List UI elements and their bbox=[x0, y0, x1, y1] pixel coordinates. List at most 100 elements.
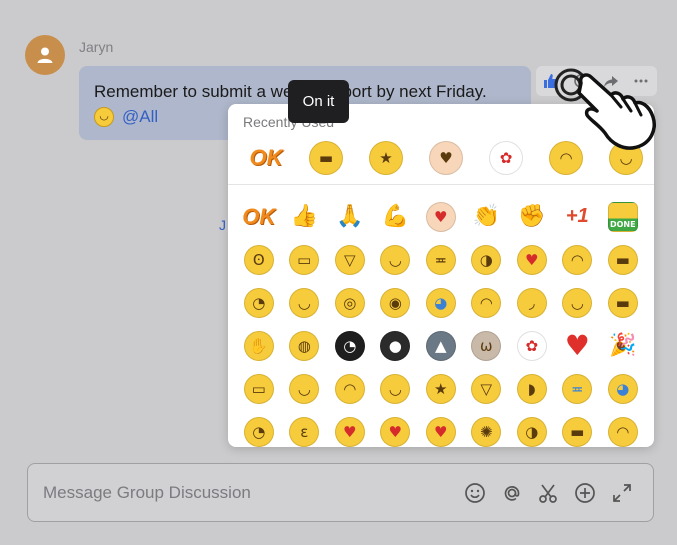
emoji-nervous-face[interactable]: ◔ bbox=[236, 410, 282, 447]
emoji-starstruck-face[interactable]: ★ bbox=[418, 367, 464, 410]
tongue-face-icon: ◗ bbox=[516, 373, 547, 404]
sender-avatar[interactable] bbox=[25, 35, 65, 75]
emoji-grin-face[interactable]: ▭ bbox=[282, 238, 328, 281]
emoji-puke-face[interactable]: ◍ bbox=[282, 324, 328, 367]
plus-one-icon: +1 bbox=[565, 205, 589, 227]
emoji-facepalm-face[interactable]: ✋ bbox=[236, 324, 282, 367]
emoji-star-eyes-face[interactable]: ★ bbox=[356, 136, 416, 180]
emoji-sob-face[interactable]: ◕ bbox=[600, 367, 646, 410]
fist-bump-icon: ✊ bbox=[518, 204, 546, 229]
emoji-wow-face[interactable]: ʘ bbox=[236, 238, 282, 281]
rose-icon: ✿ bbox=[489, 141, 523, 175]
emoji-crazy-face[interactable]: ◑ bbox=[509, 410, 555, 447]
emoji-finger-heart[interactable]: ♥ bbox=[418, 195, 464, 238]
emoji-smug-face[interactable]: ◡ bbox=[282, 281, 328, 324]
emoji-laugh-face[interactable]: ▽ bbox=[327, 238, 373, 281]
emoji-ok-sticker[interactable]: OK bbox=[236, 136, 296, 180]
emoji-cat-face[interactable]: ω bbox=[464, 324, 510, 367]
emoji-fist-bump[interactable]: ✊ bbox=[509, 195, 555, 238]
giggle-face-icon: ◠ bbox=[334, 373, 365, 404]
thumbs-up-icon: 👍 bbox=[290, 204, 318, 229]
grimace-face-icon: ▭ bbox=[243, 373, 274, 404]
finger-heart-icon: ♥ bbox=[429, 141, 463, 175]
smile-face-icon: ◡ bbox=[380, 373, 411, 404]
mention-icon[interactable] bbox=[500, 481, 524, 505]
emoji-thumbs-up[interactable]: 👍 bbox=[282, 195, 328, 238]
emoji-husky-face[interactable]: ▲ bbox=[418, 324, 464, 367]
emoji-smile-eyes-face[interactable]: ◡ bbox=[373, 238, 419, 281]
emoji-shy-face[interactable]: ◠ bbox=[464, 281, 510, 324]
mention-all[interactable]: @All bbox=[122, 104, 158, 129]
emoji-kissy-face[interactable]: ε bbox=[282, 410, 328, 447]
emoji-rose[interactable]: ✿ bbox=[476, 136, 536, 180]
eye-roll-face-icon: ◉ bbox=[380, 287, 411, 318]
emoji-unamused-face[interactable]: ▬ bbox=[600, 281, 646, 324]
emoji-blow-kiss-face[interactable]: ♥ bbox=[327, 410, 373, 447]
heart-eyes-grin-face-icon: ♥ bbox=[425, 416, 456, 447]
emoji-black-face[interactable]: ● bbox=[373, 324, 419, 367]
emoji-rose[interactable]: ✿ bbox=[509, 324, 555, 367]
heart-kiss-face-icon: ♥ bbox=[516, 244, 547, 275]
emoji-icon[interactable] bbox=[463, 481, 487, 505]
done-sticker-icon: DONE bbox=[607, 201, 638, 232]
emoji-tooltip: On it bbox=[288, 80, 349, 123]
emoji-party-popper[interactable]: 🎉 bbox=[600, 324, 646, 367]
cool-face-icon: ▬ bbox=[607, 244, 638, 275]
emoji-loading-face[interactable]: ▬ bbox=[296, 136, 356, 180]
ok-sticker-icon: OK bbox=[242, 203, 276, 229]
emoji-shades-face[interactable]: ▬ bbox=[555, 410, 601, 447]
emoji-peek-face[interactable]: ◠ bbox=[600, 410, 646, 447]
red-heart-icon: ♥ bbox=[564, 329, 590, 362]
emoji-wink-face[interactable]: ◠ bbox=[555, 238, 601, 281]
emoji-crying-face[interactable]: ◕ bbox=[418, 281, 464, 324]
emoji-heart-eyes-face[interactable]: ♥ bbox=[373, 410, 419, 447]
wink-face-icon: ◠ bbox=[562, 244, 593, 275]
pointer-hand-cursor-icon bbox=[554, 68, 656, 150]
emoji-grimace-face[interactable]: ▭ bbox=[236, 367, 282, 410]
add-icon[interactable] bbox=[573, 481, 597, 505]
party-popper-icon: 🎉 bbox=[609, 333, 637, 358]
emoji-rofl-face[interactable]: ◑ bbox=[464, 238, 510, 281]
relieved-face-icon: ◡ bbox=[289, 373, 320, 404]
emoji-pray-hands[interactable]: 🙏 bbox=[327, 195, 373, 238]
emoji-ok-sticker[interactable]: OK bbox=[236, 195, 282, 238]
emoji-dizzy-eyes-face[interactable]: ✺ bbox=[464, 410, 510, 447]
big-grin-face-icon: ▽ bbox=[471, 373, 502, 404]
emoji-eye-roll-face[interactable]: ◉ bbox=[373, 281, 419, 324]
emoji-flexed-arm[interactable]: 💪 bbox=[373, 195, 419, 238]
cat-face-icon: ω bbox=[471, 330, 502, 361]
emoji-joy-face[interactable]: ≖ bbox=[418, 238, 464, 281]
emoji-smile-face[interactable]: ◡ bbox=[373, 367, 419, 410]
dizzy-eyes-face-icon: ✺ bbox=[471, 416, 502, 447]
message-composer[interactable]: Message Group Discussion bbox=[27, 463, 654, 522]
emoji-heart-eyes-grin-face[interactable]: ♥ bbox=[418, 410, 464, 447]
emoji-sweat-black-face[interactable]: ◔ bbox=[327, 324, 373, 367]
scissors-icon[interactable] bbox=[536, 481, 560, 505]
emoji-dizzy-face[interactable]: ◎ bbox=[327, 281, 373, 324]
emoji-done-sticker[interactable]: DONE bbox=[600, 195, 646, 238]
emoji-heart-kiss-face[interactable]: ♥ bbox=[509, 238, 555, 281]
emoji-clap[interactable]: 👏 bbox=[464, 195, 510, 238]
emoji-plus-one[interactable]: +1 bbox=[555, 195, 601, 238]
emoji-tears-joy-face[interactable]: ≖ bbox=[555, 367, 601, 410]
emoji-relieved-face[interactable]: ◡ bbox=[282, 367, 328, 410]
sender-name[interactable]: Jaryn bbox=[79, 39, 113, 55]
husky-face-icon: ▲ bbox=[425, 330, 456, 361]
emoji-tongue-face[interactable]: ◗ bbox=[509, 367, 555, 410]
emoji-smirk-face[interactable]: ◞ bbox=[509, 281, 555, 324]
emoji-red-heart[interactable]: ♥ bbox=[555, 324, 601, 367]
emoji-thinking-face[interactable]: ◔ bbox=[236, 281, 282, 324]
emoji-reaction-picker[interactable]: Recently Used OK ▬ ★ ♥ ✿ ◠ ◡ OK 👍 🙏 💪 ♥ 👏 ✊ +1 DONE ʘ ▭ ▽… bbox=[228, 104, 654, 447]
emoji-big-grin-face[interactable]: ▽ bbox=[464, 367, 510, 410]
thinking-face-icon: ◔ bbox=[243, 287, 274, 318]
expand-icon[interactable] bbox=[610, 481, 634, 505]
emoji-blush-face[interactable]: ◡ bbox=[555, 281, 601, 324]
user-icon bbox=[37, 47, 53, 63]
sob-face-icon: ◕ bbox=[607, 373, 638, 404]
message-input[interactable]: Message Group Discussion bbox=[43, 483, 251, 503]
emoji-cool-face[interactable]: ▬ bbox=[600, 238, 646, 281]
emoji-finger-heart[interactable]: ♥ bbox=[416, 136, 476, 180]
emoji-giggle-face[interactable]: ◠ bbox=[327, 367, 373, 410]
dizzy-face-icon: ◎ bbox=[334, 287, 365, 318]
rofl-face-icon: ◑ bbox=[471, 244, 502, 275]
